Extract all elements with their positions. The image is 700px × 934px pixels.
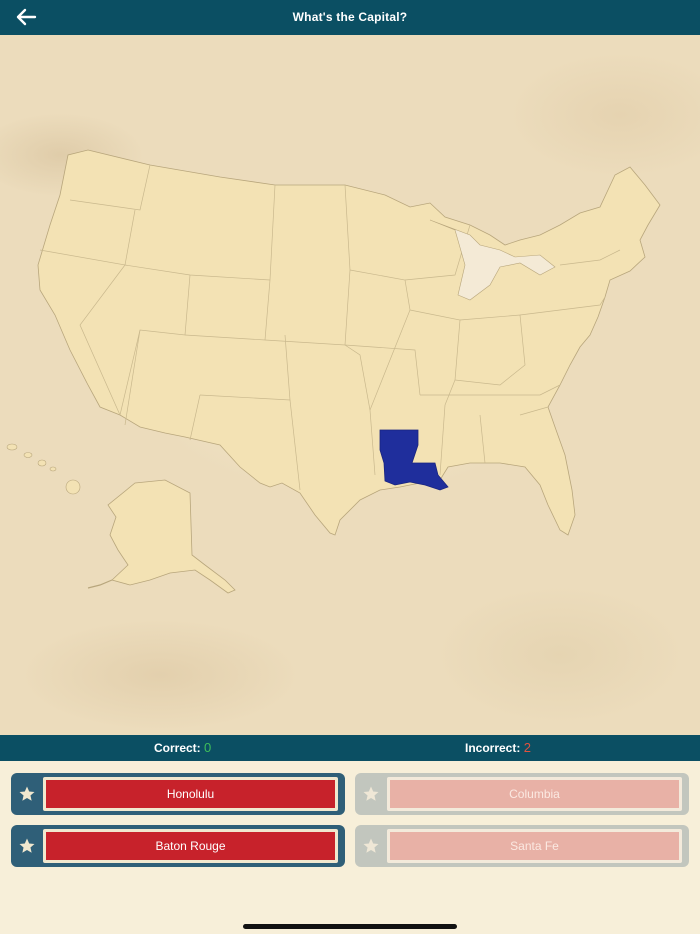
answer-label: Baton Rouge: [46, 832, 335, 860]
star-icon: [355, 773, 387, 815]
page-title: What's the Capital?: [292, 10, 408, 24]
us-map-svg: [6, 149, 661, 594]
contiguous-us-shape: [37, 149, 661, 536]
us-map: [0, 35, 700, 735]
aleutian-islands: [87, 579, 113, 589]
star-icon: [11, 825, 43, 867]
star-icon: [355, 825, 387, 867]
correct-label: Correct:: [154, 741, 201, 755]
alaska-shape: [107, 479, 236, 594]
answer-label: Columbia: [390, 780, 679, 808]
answer-label: Santa Fe: [390, 832, 679, 860]
answer-button-honolulu[interactable]: Honolulu: [11, 773, 345, 815]
answer-label: Honolulu: [46, 780, 335, 808]
answer-button-columbia[interactable]: Columbia: [355, 773, 689, 815]
answer-button-santa-fe[interactable]: Santa Fe: [355, 825, 689, 867]
hawaii-islands: [6, 443, 81, 495]
incorrect-label: Incorrect:: [465, 741, 521, 755]
incorrect-value: 2: [523, 740, 531, 755]
score-bar: Correct: 0 Incorrect: 2: [0, 735, 700, 761]
star-icon: [11, 773, 43, 815]
incorrect-score: Incorrect: 2: [465, 735, 531, 761]
home-indicator[interactable]: [243, 924, 457, 929]
correct-score: Correct: 0: [154, 735, 211, 761]
header-bar: What's the Capital?: [0, 0, 700, 35]
correct-value: 0: [204, 740, 212, 755]
answer-button-baton-rouge[interactable]: Baton Rouge: [11, 825, 345, 867]
answer-grid: Honolulu Columbia Baton Rouge Santa Fe: [0, 761, 700, 934]
